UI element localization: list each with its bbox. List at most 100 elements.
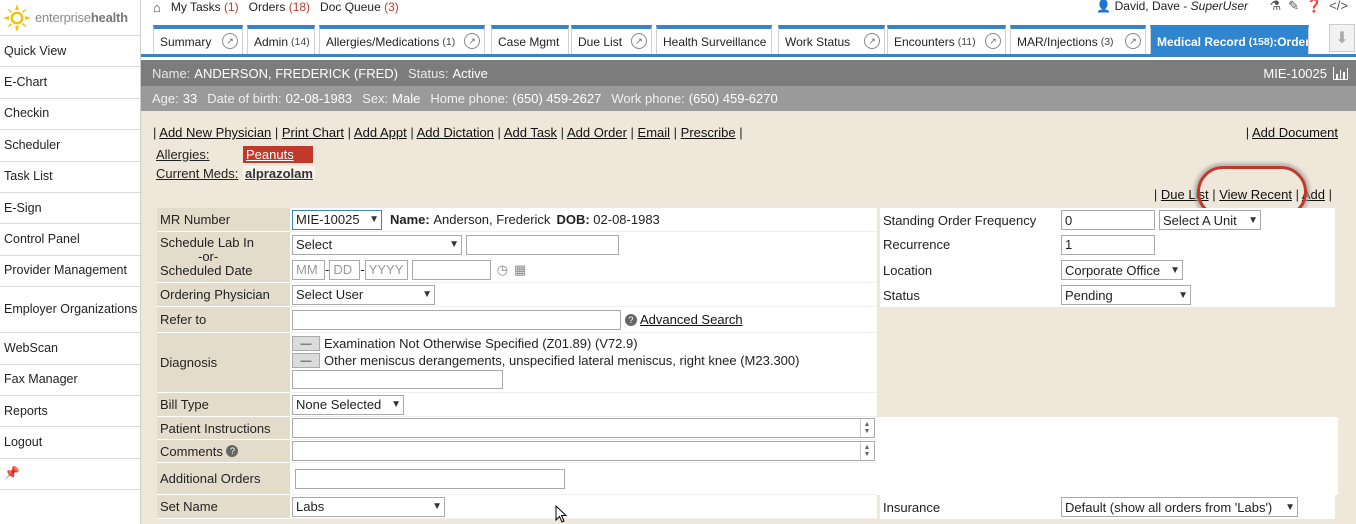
sidebar-item-control-panel[interactable]: Control Panel (0, 224, 140, 256)
prescribe-link[interactable]: Prescribe (681, 125, 736, 140)
sidebar: enterprisehealth Quick View E-Chart Chec… (0, 0, 141, 524)
tab-work-status[interactable]: Work Status ↗ (778, 25, 885, 54)
bill-type-select[interactable]: None Selected ▼ (292, 394, 404, 415)
current-med-alprazolam[interactable]: alprazolam (243, 166, 315, 181)
age-value: 33 (182, 91, 198, 106)
refer-to-input[interactable] (292, 309, 621, 330)
row-mr-number: MR Number MIE-10025 ▼ Name: Anderson, Fre… (157, 208, 1338, 232)
code-icon[interactable]: </> (1329, 0, 1348, 14)
additional-orders-input[interactable] (295, 468, 565, 489)
add-document-link[interactable]: Add Document (1252, 125, 1338, 140)
location-select[interactable]: Corporate Office ▼ (1061, 260, 1183, 281)
date-yyyy-input[interactable]: YYYY (364, 259, 408, 280)
sidebar-item-provider-management[interactable]: Provider Management (0, 256, 140, 288)
age-label: Age: (152, 91, 179, 106)
main-content: | Add New Physician | Print Chart | Add … (141, 111, 1356, 524)
sidebar-item-webscan[interactable]: WebScan (0, 333, 140, 365)
ordering-physician-select[interactable]: Select User ▼ (292, 284, 435, 305)
sidebar-item-fax-manager[interactable]: Fax Manager (0, 365, 140, 396)
row-patient-instructions: Patient Instructions ▲ ▼ (157, 417, 1338, 440)
insurance-select[interactable]: Default (show all orders from 'Labs') ▼ (1061, 497, 1298, 517)
add-order-link[interactable]: Add Order (567, 125, 627, 140)
sidebar-item-quick-view[interactable]: Quick View (0, 36, 140, 68)
remove-diagnosis-button[interactable]: — (292, 336, 320, 351)
set-name-select[interactable]: Labs ▼ (292, 496, 445, 517)
tab-summary[interactable]: Summary ↗ (153, 25, 243, 54)
unit-select[interactable]: Select A Unit ▼ (1159, 210, 1261, 230)
tab-due-list[interactable]: Due List ↗ (571, 25, 652, 54)
logo[interactable]: enterprisehealth (0, 0, 140, 36)
tab-summary-arrow-icon[interactable]: ↗ (222, 33, 238, 49)
tab-case-mgmt[interactable]: Case Mgmt (491, 25, 569, 54)
tab-encounters-arrow-icon[interactable]: ↗ (985, 33, 1001, 49)
link-icon[interactable]: ⚗ (1269, 0, 1281, 14)
tab-mar-injections[interactable]: MAR/Injections (3) ↗ (1010, 25, 1146, 54)
help-icon[interactable]: ❓ (1306, 0, 1322, 14)
add-task-link[interactable]: Add Task (504, 125, 557, 140)
standing-freq-input[interactable]: 0 (1061, 210, 1155, 230)
print-chart-link[interactable]: Print Chart (282, 125, 344, 140)
schedule-label: Schedule Lab In -or- Scheduled Date (157, 232, 290, 283)
tab-due-list-arrow-icon[interactable]: ↗ (631, 33, 647, 49)
add-new-physician-link[interactable]: Add New Physician (159, 125, 271, 140)
my-tasks-link[interactable]: My Tasks (1) (171, 0, 239, 14)
wand-icon[interactable]: ✎ (1288, 0, 1299, 14)
pin-icon[interactable]: 📌 (0, 459, 140, 491)
clock-icon[interactable]: ◷ (497, 262, 508, 278)
allergies-label[interactable]: Allergies: (156, 147, 243, 162)
sidebar-item-reports[interactable]: Reports (0, 396, 140, 428)
patient-instructions-input[interactable]: ▲ ▼ (292, 418, 875, 438)
tab-scroll-down-icon[interactable]: ⬇ (1329, 24, 1355, 52)
sidebar-item-e-chart[interactable]: E-Chart (0, 67, 140, 99)
sidebar-item-e-sign[interactable]: E-Sign (0, 193, 140, 225)
email-link[interactable]: Email (638, 125, 671, 140)
date-dd-input[interactable]: DD (329, 259, 361, 280)
mr-number-select[interactable]: MIE-10025 ▼ (292, 209, 382, 230)
recurrence-input[interactable]: 1 (1061, 234, 1155, 255)
row-additional-orders: Additional Orders (157, 463, 1338, 495)
orders-link[interactable]: Orders (18) (249, 0, 310, 14)
calendar-icon[interactable]: ▦ (514, 262, 526, 278)
current-user[interactable]: 👤 David, Dave - SuperUser (1096, 0, 1248, 13)
date-mm-input[interactable]: MM (292, 259, 325, 280)
comments-label: Comments ? (157, 440, 290, 463)
dob-value: 02-08-1983 (285, 91, 353, 106)
mouse-cursor-icon (555, 505, 567, 523)
add-appt-link[interactable]: Add Appt (354, 125, 407, 140)
spinner-icon[interactable]: ▲ ▼ (860, 442, 873, 460)
time-input[interactable] (411, 259, 491, 280)
tab-allergies-arrow-icon[interactable]: ↗ (464, 33, 480, 49)
top-bar: ⌂ My Tasks (1) Orders (18) Doc Queue (3)… (141, 0, 1356, 15)
spinner-icon[interactable]: ▲ ▼ (860, 419, 873, 437)
sidebar-item-employer-organizations[interactable]: Employer Organizations (0, 287, 140, 334)
tab-encounters[interactable]: Encounters (11) ↗ (887, 25, 1006, 54)
tab-medical-record[interactable]: Medical Record (158):Order (1150, 25, 1309, 54)
comments-help-icon[interactable]: ? (226, 445, 239, 457)
doc-queue-link[interactable]: Doc Queue (3) (320, 0, 399, 14)
home-icon[interactable]: ⌂ (153, 0, 161, 15)
tab-admin[interactable]: Admin (14) (247, 25, 315, 54)
sidebar-item-checkin[interactable]: Checkin (0, 99, 140, 131)
advanced-search-link[interactable]: Advanced Search (640, 312, 743, 327)
tab-health-surveillance[interactable]: Health Surveillance (656, 25, 772, 54)
sidebar-item-logout[interactable]: Logout (0, 427, 140, 459)
schedule-lab-select[interactable]: Select ▼ (292, 234, 462, 255)
schedule-lab-input[interactable] (466, 234, 619, 255)
comments-input[interactable]: ▲ ▼ (292, 441, 875, 461)
add-dictation-link[interactable]: Add Dictation (417, 125, 494, 140)
remove-diagnosis-button[interactable]: — (292, 353, 320, 368)
tab-mar-arrow-icon[interactable]: ↗ (1125, 33, 1141, 49)
tab-work-status-arrow-icon[interactable]: ↗ (864, 33, 880, 49)
diagnosis-input[interactable] (292, 370, 503, 389)
status-select[interactable]: Pending ▼ (1061, 285, 1191, 305)
sidebar-item-scheduler[interactable]: Scheduler (0, 130, 140, 162)
bar-chart-icon[interactable] (1333, 66, 1348, 80)
top-icons: ⚗ ✎ ❓ </> (1269, 0, 1348, 14)
sidebar-item-task-list[interactable]: Task List (0, 162, 140, 193)
dob-label: Date of birth: (207, 91, 282, 106)
row-bill-type: Bill Type None Selected ▼ (157, 393, 1338, 417)
help-icon[interactable]: ? (625, 313, 637, 326)
allergy-peanuts[interactable]: Peanuts (243, 146, 313, 163)
current-meds-label[interactable]: Current Meds: (156, 166, 243, 181)
tab-allergies-medications[interactable]: Allergies/Medications (1) ↗ (319, 25, 485, 54)
